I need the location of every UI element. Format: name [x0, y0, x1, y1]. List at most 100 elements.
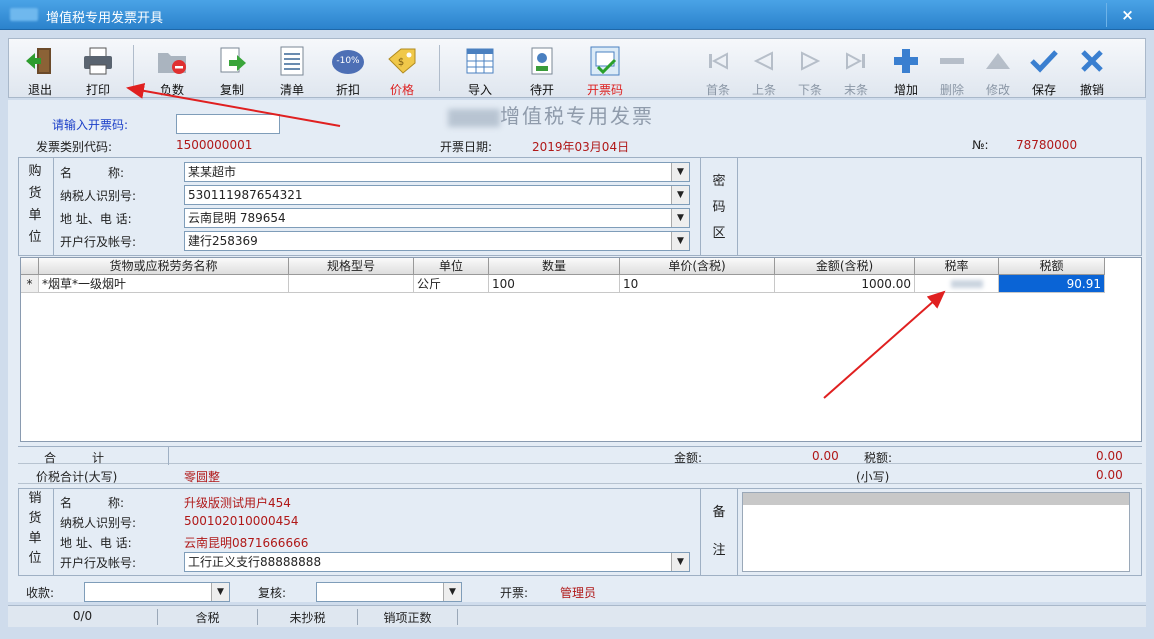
- last-record-button[interactable]: 末条: [831, 41, 881, 97]
- import-table-icon: [466, 48, 494, 74]
- col-header[interactable]: 规格型号: [289, 258, 414, 275]
- col-header[interactable]: 单价(含税): [620, 258, 775, 275]
- invoice-no-label: №:: [972, 138, 989, 152]
- print-button[interactable]: 打印: [73, 41, 123, 97]
- next-record-icon: [801, 51, 821, 71]
- cancel-label: 撤销: [1079, 83, 1104, 97]
- chevron-down-icon[interactable]: ▼: [671, 209, 689, 227]
- cipher-char: 码: [712, 200, 726, 215]
- col-header[interactable]: 数量: [489, 258, 620, 275]
- col-header[interactable]: 金额(含税): [775, 258, 915, 275]
- buyer-name-combo[interactable]: 某某超市 ▼: [184, 162, 690, 182]
- plus-icon: [894, 49, 918, 73]
- code-input[interactable]: [176, 114, 280, 134]
- chevron-down-icon[interactable]: ▼: [671, 553, 689, 571]
- buyer-side-char: 位: [28, 230, 42, 245]
- cell-price[interactable]: 10: [620, 275, 775, 293]
- cell-rate[interactable]: [915, 275, 999, 293]
- exit-door-icon: [26, 48, 51, 74]
- goods-table[interactable]: 货物或应税劳务名称 规格型号 单位 数量 单价(含税) 金额(含税) 税率 税额…: [20, 257, 1142, 442]
- cell-spec[interactable]: [289, 275, 414, 293]
- buyer-side-char: 购: [28, 164, 42, 179]
- delete-button[interactable]: 删除: [927, 41, 977, 97]
- list-button[interactable]: 清单: [267, 41, 317, 97]
- invoice-heading-text: 增值税专用发票: [500, 104, 654, 128]
- discount-button[interactable]: -10% 折扣: [323, 41, 373, 97]
- copy-label: 复制: [219, 83, 244, 97]
- seller-bank-combo[interactable]: 工行正义支行88888888 ▼: [184, 552, 690, 572]
- seller-taxid-label: 纳税人识别号:: [60, 516, 137, 530]
- reviewer-label: 复核:: [258, 586, 287, 600]
- title-bar: 增值税专用发票开具 ×: [0, 0, 1154, 30]
- save-button[interactable]: 保存: [1019, 41, 1069, 97]
- invoice-no-value: 78780000: [1016, 138, 1078, 152]
- chevron-down-icon[interactable]: ▼: [671, 232, 689, 250]
- cancel-button[interactable]: 撤销: [1067, 41, 1117, 97]
- cell-name[interactable]: *烟草*一级烟叶: [39, 275, 289, 293]
- chevron-down-icon[interactable]: ▼: [443, 583, 461, 601]
- reviewer-combo[interactable]: ▼: [316, 582, 462, 602]
- import-button[interactable]: 导入: [455, 41, 505, 97]
- col-header[interactable]: 税率: [915, 258, 999, 275]
- printer-icon: [84, 47, 112, 75]
- exit-label: 退出: [27, 83, 52, 97]
- cell-amount[interactable]: 1000.00: [775, 275, 915, 293]
- delete-label: 删除: [939, 83, 964, 97]
- exit-button[interactable]: 退出: [15, 41, 65, 97]
- col-header[interactable]: 单位: [414, 258, 489, 275]
- seller-name-value: 升级版测试用户454: [184, 496, 291, 510]
- add-button[interactable]: 增加: [881, 41, 931, 97]
- cancel-x-icon: [1081, 50, 1103, 72]
- seller-address-label: 地 址、电 话:: [60, 536, 132, 550]
- remark-textarea[interactable]: [742, 492, 1130, 572]
- list-label: 清单: [279, 83, 304, 97]
- next-record-button[interactable]: 下条: [785, 41, 835, 97]
- close-button[interactable]: ×: [1106, 3, 1148, 27]
- toolbar: 退出 打印 负数 复制 清单 -10% 折扣 $ 价格 导入 待开 开票码 首条 上…: [8, 38, 1146, 98]
- pending-button[interactable]: 待开: [517, 41, 567, 97]
- buyer-bank-combo[interactable]: 建行258369 ▼: [184, 231, 690, 251]
- minus-icon: [940, 58, 964, 64]
- cell-tax-selected[interactable]: 90.91: [999, 275, 1105, 293]
- pending-icon: [531, 47, 553, 75]
- lower-total-value: 0.00: [1096, 468, 1123, 482]
- negative-folder-icon: [158, 53, 186, 74]
- edit-button[interactable]: 修改: [973, 41, 1023, 97]
- col-header[interactable]: 税额: [999, 258, 1105, 275]
- tax-total-value: 0.00: [1096, 449, 1123, 463]
- col-header[interactable]: 货物或应税劳务名称: [39, 258, 289, 275]
- toolbar-separator: [133, 45, 134, 91]
- payee-combo[interactable]: ▼: [84, 582, 230, 602]
- type-code-value: 1500000001: [176, 138, 253, 152]
- buyer-address-combo[interactable]: 云南昆明 789654 ▼: [184, 208, 690, 228]
- buyer-side: 购 货 单 位: [18, 157, 54, 256]
- first-record-icon: [709, 52, 728, 70]
- seller-bank-value: 工行正义支行88888888: [188, 555, 322, 569]
- remark-char: 备: [712, 505, 726, 520]
- date-value: 2019年03月04日: [532, 140, 630, 154]
- chevron-down-icon[interactable]: ▼: [211, 583, 229, 601]
- seller-side: 销 货 单 位: [18, 488, 54, 576]
- chevron-down-icon[interactable]: ▼: [671, 186, 689, 204]
- cell-unit[interactable]: 公斤: [414, 275, 489, 293]
- cell-qty[interactable]: 100: [489, 275, 620, 293]
- tax-label: 税额:: [864, 451, 893, 465]
- negative-button[interactable]: 负数: [147, 41, 197, 97]
- status-count: 0/0: [8, 609, 158, 625]
- price-button[interactable]: $ 价格: [377, 41, 427, 97]
- negative-label: 负数: [159, 83, 184, 97]
- invoice-code-button[interactable]: 开票码: [575, 41, 635, 97]
- buyer-taxid-combo[interactable]: 530111987654321 ▼: [184, 185, 690, 205]
- prev-record-button[interactable]: 上条: [739, 41, 789, 97]
- prev-record-icon: [753, 51, 773, 71]
- seller-side-char: 位: [28, 551, 42, 566]
- save-label: 保存: [1031, 83, 1056, 97]
- chevron-down-icon[interactable]: ▼: [671, 163, 689, 181]
- lower-total-label: (小写): [856, 470, 890, 484]
- copy-button[interactable]: 复制: [207, 41, 257, 97]
- row-marker[interactable]: *: [21, 275, 39, 293]
- code-prompt-label: 请输入开票码:: [52, 118, 129, 132]
- checkmark-icon: [1030, 50, 1058, 73]
- window-title: 增值税专用发票开具: [46, 11, 164, 26]
- first-record-button[interactable]: 首条: [693, 41, 743, 97]
